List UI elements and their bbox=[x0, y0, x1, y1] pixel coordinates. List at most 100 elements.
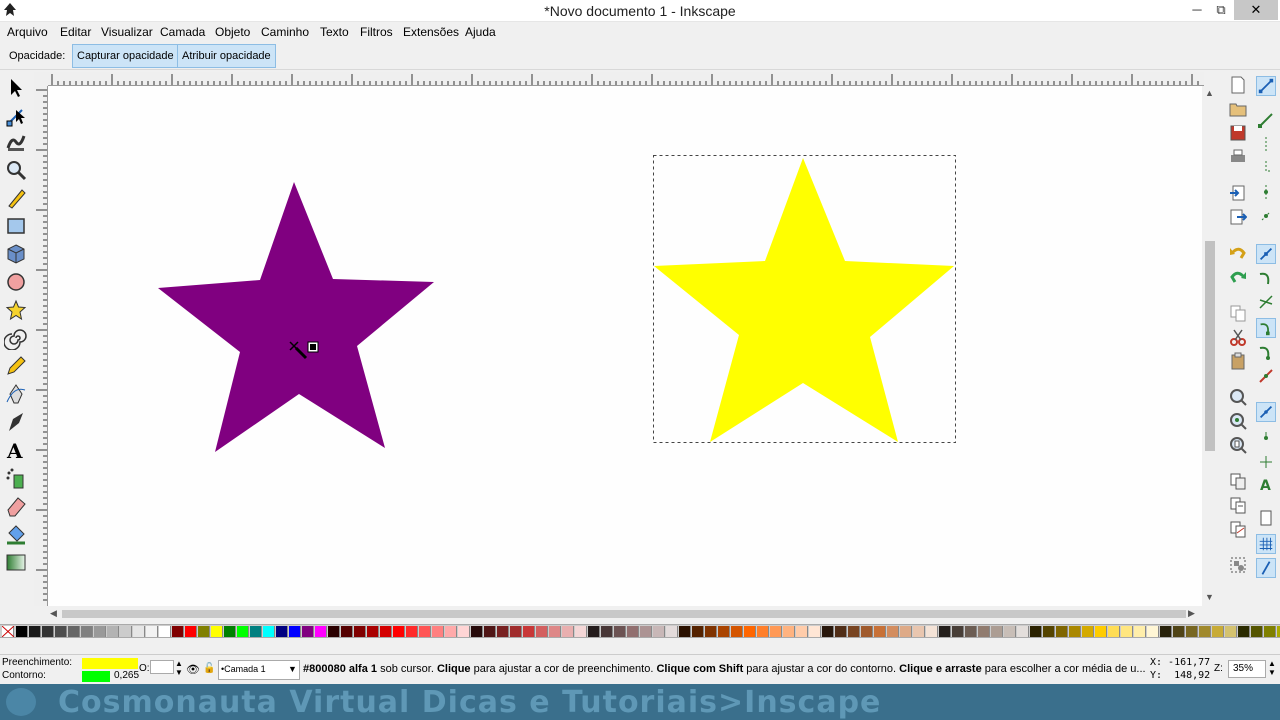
color-palette[interactable] bbox=[0, 624, 1280, 638]
color-swatch[interactable] bbox=[1056, 626, 1068, 637]
color-swatch[interactable] bbox=[692, 626, 704, 637]
color-swatch[interactable] bbox=[978, 626, 990, 637]
color-swatch[interactable] bbox=[861, 626, 873, 637]
color-swatch[interactable] bbox=[1004, 626, 1016, 637]
color-swatch[interactable] bbox=[653, 626, 665, 637]
color-swatch[interactable] bbox=[120, 626, 132, 637]
star-tool-icon[interactable] bbox=[4, 298, 28, 322]
snap-others-icon[interactable] bbox=[1256, 402, 1276, 422]
menu-objeto[interactable]: Objeto bbox=[215, 22, 250, 42]
capture-opacity-button[interactable]: Capturar opacidade bbox=[72, 44, 179, 68]
snap-line-midpoints-icon[interactable] bbox=[1256, 366, 1276, 386]
color-swatch[interactable] bbox=[627, 626, 639, 637]
print-icon[interactable] bbox=[1229, 148, 1247, 166]
snap-bbox-midpoint-icon[interactable] bbox=[1256, 182, 1276, 202]
color-swatch[interactable] bbox=[419, 626, 431, 637]
snap-page-border-icon[interactable] bbox=[1256, 508, 1276, 528]
unlink-clone-icon[interactable] bbox=[1229, 520, 1247, 538]
color-swatch[interactable] bbox=[1017, 626, 1029, 637]
color-swatch[interactable] bbox=[874, 626, 886, 637]
menu-extensoes[interactable]: Extensões bbox=[403, 22, 459, 42]
close-button[interactable]: ✕ bbox=[1234, 0, 1278, 20]
snap-nodes-icon[interactable] bbox=[1256, 244, 1276, 264]
paste-icon[interactable] bbox=[1229, 352, 1247, 370]
color-swatch[interactable] bbox=[588, 626, 600, 637]
yellow-star[interactable] bbox=[654, 158, 954, 442]
zoom-tool-icon[interactable] bbox=[4, 158, 28, 182]
color-swatch[interactable] bbox=[1186, 626, 1198, 637]
stroke-indicator[interactable] bbox=[82, 671, 110, 682]
vertical-ruler[interactable] bbox=[34, 86, 48, 606]
menu-editar[interactable]: Editar bbox=[60, 22, 91, 42]
restore-button[interactable]: ⧉ bbox=[1206, 0, 1236, 20]
menu-caminho[interactable]: Caminho bbox=[261, 22, 309, 42]
spray-tool-icon[interactable] bbox=[4, 466, 28, 490]
color-swatch[interactable] bbox=[497, 626, 509, 637]
menu-arquivo[interactable]: Arquivo bbox=[7, 22, 48, 42]
color-swatch[interactable] bbox=[1030, 626, 1042, 637]
menu-ajuda[interactable]: Ajuda bbox=[465, 22, 496, 42]
color-swatch[interactable] bbox=[237, 626, 249, 637]
color-swatch[interactable] bbox=[991, 626, 1003, 637]
open-file-icon[interactable] bbox=[1229, 100, 1247, 118]
measure-tool-icon[interactable] bbox=[4, 186, 28, 210]
color-swatch[interactable] bbox=[1108, 626, 1120, 637]
color-swatch[interactable] bbox=[432, 626, 444, 637]
pen-tool-icon[interactable] bbox=[4, 382, 28, 406]
color-swatch[interactable] bbox=[1264, 626, 1276, 637]
snap-bbox-edge-icon[interactable] bbox=[1256, 134, 1276, 154]
tweak-tool-icon[interactable] bbox=[4, 130, 28, 154]
calligraphy-tool-icon[interactable] bbox=[4, 410, 28, 434]
color-swatch[interactable] bbox=[614, 626, 626, 637]
color-swatch[interactable] bbox=[94, 626, 106, 637]
zoom-input[interactable]: 35% bbox=[1228, 660, 1266, 678]
color-swatch[interactable] bbox=[887, 626, 899, 637]
cut-icon[interactable] bbox=[1229, 328, 1247, 346]
color-swatch[interactable] bbox=[796, 626, 808, 637]
stroke-width-value[interactable]: 0,265 bbox=[114, 670, 139, 681]
vertical-scroll-thumb[interactable] bbox=[1205, 241, 1215, 451]
copy-icon[interactable] bbox=[1229, 304, 1247, 322]
snap-intersections-icon[interactable] bbox=[1256, 292, 1276, 312]
snap-toggle-icon[interactable] bbox=[1256, 76, 1276, 96]
color-swatch[interactable] bbox=[783, 626, 795, 637]
snap-bbox-icon[interactable] bbox=[1256, 110, 1276, 130]
color-swatch[interactable] bbox=[55, 626, 67, 637]
pencil-tool-icon[interactable] bbox=[4, 354, 28, 378]
color-swatch[interactable] bbox=[770, 626, 782, 637]
color-swatch[interactable] bbox=[328, 626, 340, 637]
color-swatch[interactable] bbox=[445, 626, 457, 637]
color-swatch[interactable] bbox=[263, 626, 275, 637]
color-swatch[interactable] bbox=[1095, 626, 1107, 637]
color-swatch[interactable] bbox=[939, 626, 951, 637]
horizontal-scrollbar[interactable]: ◀ ▶ bbox=[48, 606, 1202, 622]
color-swatch[interactable] bbox=[380, 626, 392, 637]
color-swatch[interactable] bbox=[354, 626, 366, 637]
color-swatch[interactable] bbox=[744, 626, 756, 637]
group-icon[interactable] bbox=[1229, 556, 1247, 574]
snap-bbox-center-icon[interactable] bbox=[1256, 206, 1276, 226]
scroll-right-icon[interactable]: ▶ bbox=[1188, 608, 1195, 619]
color-swatch[interactable] bbox=[1069, 626, 1081, 637]
color-swatch[interactable] bbox=[562, 626, 574, 637]
color-swatch[interactable] bbox=[133, 626, 145, 637]
color-swatch[interactable] bbox=[1212, 626, 1224, 637]
purple-star[interactable] bbox=[158, 182, 434, 452]
color-swatch[interactable] bbox=[172, 626, 184, 637]
color-swatch[interactable] bbox=[211, 626, 223, 637]
horizontal-scroll-thumb[interactable] bbox=[62, 610, 1186, 618]
color-swatch[interactable] bbox=[250, 626, 262, 637]
color-swatch[interactable] bbox=[575, 626, 587, 637]
color-swatch[interactable] bbox=[1238, 626, 1250, 637]
eraser-tool-icon[interactable] bbox=[4, 494, 28, 518]
spin-arrows-icon[interactable]: ▲ ▼ bbox=[175, 659, 183, 677]
color-swatch[interactable] bbox=[601, 626, 613, 637]
color-swatch[interactable] bbox=[341, 626, 353, 637]
clone-icon[interactable] bbox=[1229, 496, 1247, 514]
snap-paths-icon[interactable] bbox=[1256, 268, 1276, 288]
scroll-down-icon[interactable]: ▼ bbox=[1205, 592, 1214, 602]
color-swatch[interactable] bbox=[1134, 626, 1146, 637]
snap-cusp-nodes-icon[interactable] bbox=[1256, 318, 1276, 338]
snap-guides-icon[interactable] bbox=[1256, 558, 1276, 578]
color-swatch[interactable] bbox=[757, 626, 769, 637]
